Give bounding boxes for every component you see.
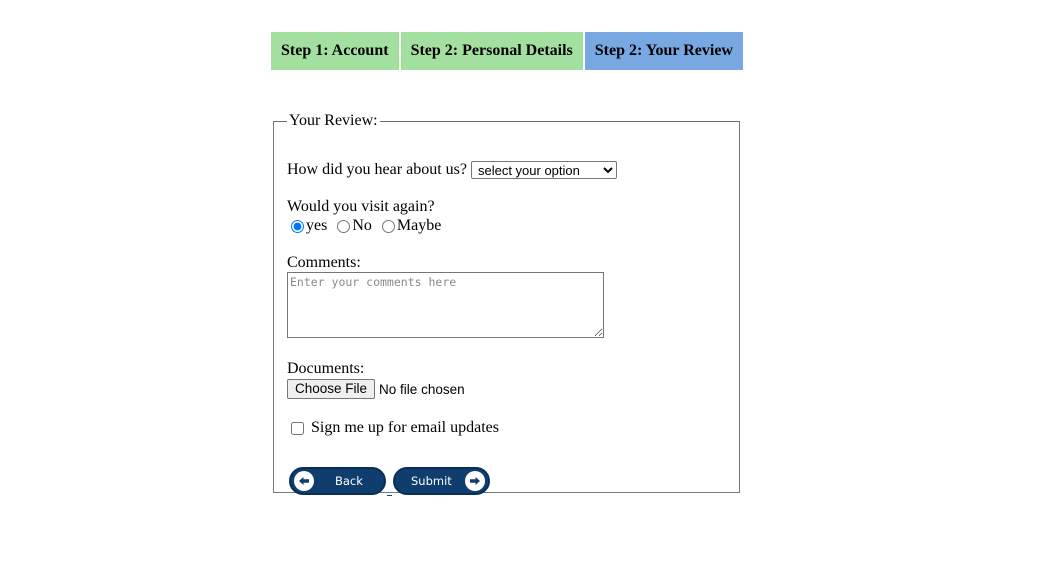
tab-step-2-personal-details[interactable]: Step 2: Personal Details	[400, 32, 583, 70]
review-fieldset: Your Review: How did you hear about us? …	[273, 112, 740, 496]
back-button-label: Back	[335, 474, 363, 488]
submit-button-label: Submit	[411, 474, 452, 488]
documents-row: Documents: Choose File No file chosen	[287, 360, 465, 399]
visit-radio-group: yes No Maybe	[287, 217, 447, 235]
link-underline	[387, 495, 392, 496]
visit-option-yes-label: yes	[306, 217, 328, 234]
submit-button[interactable]: Submit	[393, 467, 490, 495]
email-updates-label: Sign me up for email updates	[311, 419, 499, 436]
documents-label: Documents:	[287, 360, 365, 377]
visit-option-no-label: No	[352, 217, 372, 234]
comments-textarea[interactable]	[287, 272, 604, 338]
visit-option-maybe-label: Maybe	[396, 217, 442, 234]
choose-file-button[interactable]: Choose File	[287, 379, 376, 399]
visit-option-yes[interactable]: yes	[287, 217, 327, 235]
hear-row: How did you hear about us? select your o…	[287, 161, 617, 180]
email-updates-checkbox[interactable]	[291, 421, 304, 435]
step-tabs: Step 1: Account Step 2: Personal Details…	[271, 32, 743, 70]
hear-label: How did you hear about us?	[287, 161, 467, 178]
hear-select[interactable]: select your option	[470, 161, 617, 180]
tab-step-1-account[interactable]: Step 1: Account	[271, 32, 399, 70]
arrow-left-icon	[294, 471, 314, 491]
visit-radio-yes[interactable]	[291, 219, 304, 233]
email-row: Sign me up for email updates	[287, 419, 499, 437]
visit-row: Would you visit again? yes No Maybe	[287, 198, 447, 235]
email-updates-option[interactable]: Sign me up for email updates	[287, 419, 499, 437]
review-legend: Your Review:	[289, 112, 378, 129]
file-input: Choose File No file chosen	[287, 379, 465, 399]
comments-label: Comments:	[287, 254, 361, 271]
visit-option-maybe[interactable]: Maybe	[378, 217, 441, 235]
visit-label: Would you visit again?	[287, 198, 435, 215]
arrow-right-icon	[465, 471, 485, 491]
visit-radio-no[interactable]	[337, 219, 351, 233]
visit-option-no[interactable]: No	[333, 217, 372, 235]
comments-row: Comments:	[287, 254, 604, 338]
tab-step-2-your-review[interactable]: Step 2: Your Review	[584, 32, 743, 70]
back-button[interactable]: Back	[289, 467, 386, 495]
visit-radio-maybe[interactable]	[381, 219, 395, 233]
file-status: No file chosen	[379, 381, 465, 397]
